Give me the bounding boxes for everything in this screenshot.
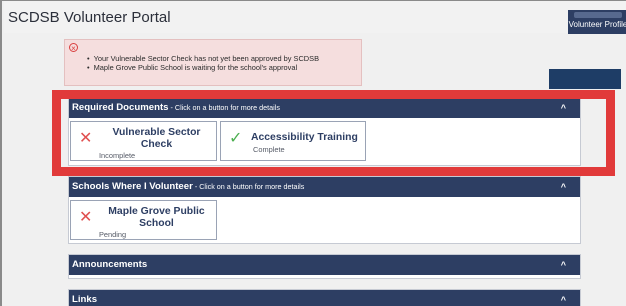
collapse-caret-icon[interactable]: ^ (561, 255, 566, 275)
portal-window: SCDSB Volunteer Portal Volunteer Profile… (0, 0, 626, 306)
approval-alert: × Your Vulnerable Sector Check has not y… (64, 39, 362, 86)
schools-header[interactable]: Schools Where I Volunteer - Click on a b… (69, 177, 580, 197)
alert-message: Maple Grove Public School is waiting for… (87, 63, 319, 72)
links-header[interactable]: Links ^ (69, 290, 580, 306)
collapse-caret-icon[interactable]: ^ (561, 290, 566, 306)
schools-hint: - Click on a button for more details (192, 182, 305, 191)
redacted-block (549, 69, 621, 89)
collapse-caret-icon[interactable]: ^ (561, 177, 566, 197)
announcements-title: Announcements (72, 259, 148, 270)
top-bar: SCDSB Volunteer Portal Volunteer Profile (4, 1, 626, 34)
schools-panel: Schools Where I Volunteer - Click on a b… (68, 176, 581, 244)
card-status: Pending (99, 230, 127, 239)
highlight-annotation-box (52, 90, 615, 176)
volunteer-profile-button[interactable]: Volunteer Profile (568, 10, 626, 34)
alert-message: Your Vulnerable Sector Check has not yet… (87, 54, 319, 63)
profile-blurred-name (574, 12, 622, 18)
links-title: Links (72, 294, 98, 305)
announcements-header[interactable]: Announcements ^ (69, 255, 580, 275)
maple-grove-school-card[interactable]: ✕ Maple Grove Public School Pending (70, 200, 217, 240)
announcements-panel: Announcements ^ (68, 254, 581, 279)
error-circle-icon: × (69, 43, 78, 53)
schools-title: Schools Where I Volunteer (72, 181, 193, 192)
volunteer-profile-label: Volunteer Profile (568, 20, 626, 29)
alert-message-list: Your Vulnerable Sector Check has not yet… (87, 54, 319, 72)
x-icon: ✕ (79, 209, 93, 226)
app-title: SCDSB Volunteer Portal (8, 9, 171, 26)
card-title: Maple Grove Public School (108, 206, 205, 229)
links-panel: Links ^ (68, 289, 581, 306)
